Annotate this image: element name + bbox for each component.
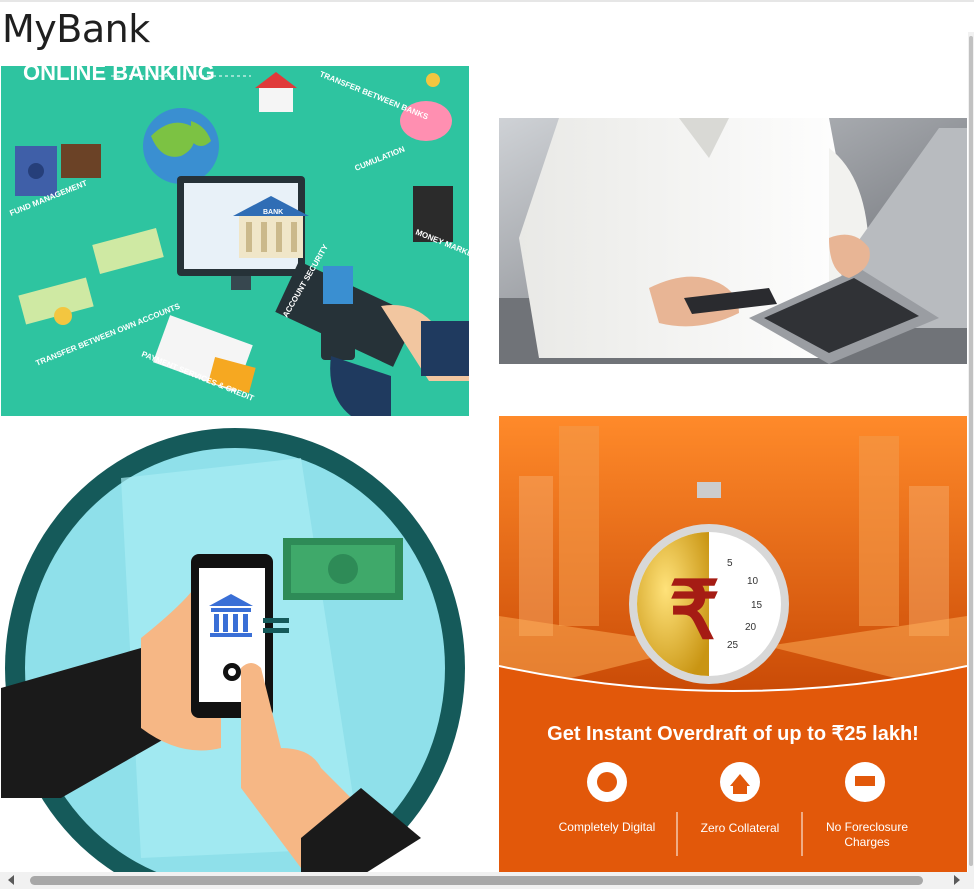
dial-number-10: 10 bbox=[747, 576, 759, 587]
browser-viewport: MyBank ONLINE BANKING BANK FUND MANAGEME… bbox=[0, 0, 974, 889]
mobile-banking-illustration[interactable] bbox=[1, 418, 469, 876]
overdraft-promo-banner[interactable]: ₹ 5 10 15 20 25 Get Instant Overdraft of… bbox=[499, 416, 967, 876]
dial-number-5: 5 bbox=[727, 558, 733, 569]
horizontal-scrollbar[interactable] bbox=[0, 872, 974, 889]
laptop-card-photo[interactable] bbox=[499, 118, 967, 364]
collateral-icon bbox=[720, 762, 760, 802]
digital-icon bbox=[587, 762, 627, 802]
page-title: MyBank bbox=[2, 7, 150, 51]
feature-zero-collateral: Zero Collateral bbox=[701, 821, 780, 835]
bank-label: BANK bbox=[263, 209, 283, 216]
dial-number-25: 25 bbox=[727, 640, 739, 651]
no-charges-icon bbox=[845, 762, 885, 802]
horizontal-scroll-thumb[interactable] bbox=[30, 876, 923, 885]
dial-number-15: 15 bbox=[751, 600, 763, 611]
dial-number-20: 20 bbox=[745, 622, 757, 633]
feature-completely-digital: Completely Digital bbox=[559, 820, 656, 834]
vertical-scroll-thumb[interactable] bbox=[969, 36, 973, 866]
rupee-symbol: ₹ bbox=[669, 566, 720, 655]
scroll-left-arrow-icon[interactable] bbox=[8, 875, 14, 885]
scroll-right-arrow-icon[interactable] bbox=[954, 875, 960, 885]
online-banking-image[interactable]: ONLINE BANKING BANK FUND MANAGEMENT TRAN… bbox=[1, 66, 469, 416]
overdraft-headline: Get Instant Overdraft of up to ₹25 lakh! bbox=[547, 723, 919, 745]
feature-no-foreclosure: No Foreclosure Charges bbox=[825, 820, 909, 849]
